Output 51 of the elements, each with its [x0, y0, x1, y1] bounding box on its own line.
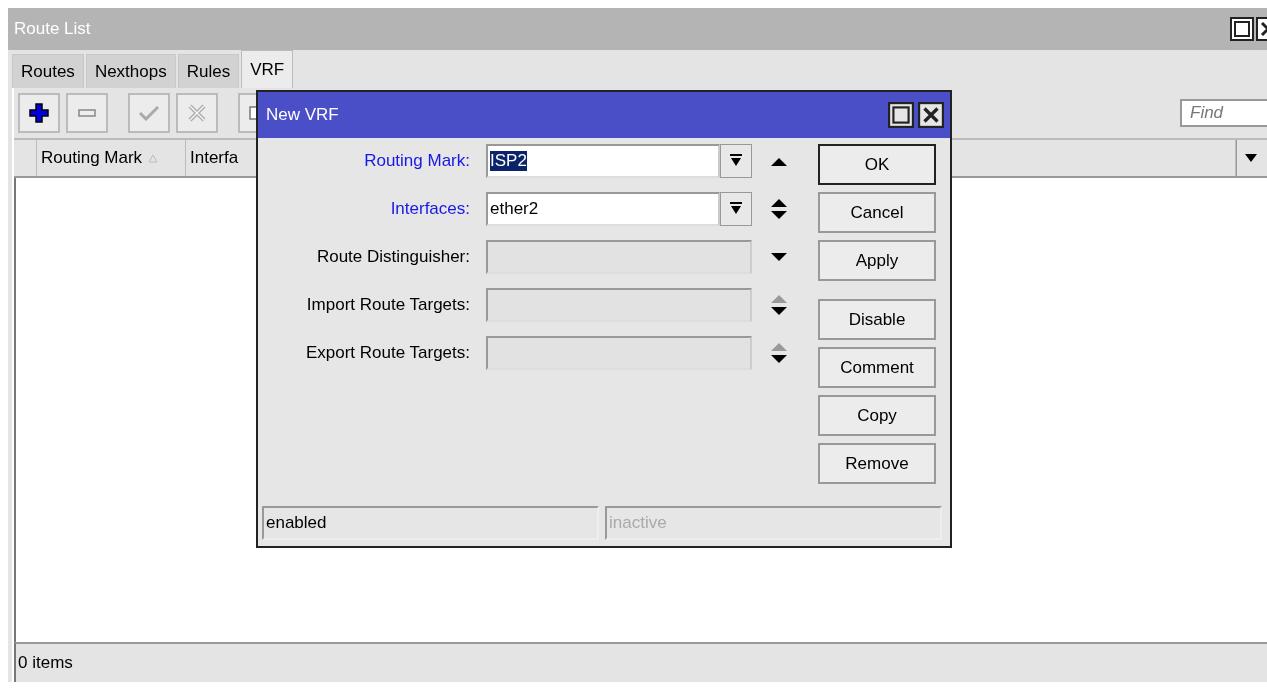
- dialog-button[interactable]: Cancel: [818, 192, 936, 233]
- caret-icon: [1245, 154, 1257, 162]
- text-field[interactable]: ISP2: [486, 144, 720, 178]
- dialog-title: New VRF: [266, 105, 339, 125]
- status-field: inactive: [605, 506, 942, 540]
- column-title: Routing Mark: [41, 148, 143, 168]
- add-tool-button[interactable]: [18, 93, 60, 133]
- dropdown-icon: [730, 202, 742, 216]
- text-field[interactable]: ether2: [486, 192, 720, 226]
- column-title: Interfa: [190, 148, 239, 168]
- up-arrow-icon[interactable]: [771, 198, 787, 207]
- window-title: Route List: [14, 19, 91, 39]
- list-field[interactable]: [486, 288, 752, 322]
- minus-icon: [78, 109, 96, 117]
- maximize-icon[interactable]: [1230, 17, 1254, 41]
- item-count: 0 items: [18, 653, 73, 673]
- dialog-button[interactable]: Copy: [818, 395, 936, 436]
- dialog-button[interactable]: Comment: [818, 347, 936, 388]
- close-icon[interactable]: [918, 102, 944, 128]
- dialog-button[interactable]: Apply: [818, 240, 936, 281]
- dropdown-icon: [730, 154, 742, 168]
- field-label: Route Distinguisher:: [315, 247, 470, 267]
- dropdown-button[interactable]: [720, 144, 752, 178]
- tab[interactable]: Routes: [12, 54, 84, 88]
- field-label: Export Route Targets:: [304, 343, 470, 363]
- plus-icon: [29, 103, 49, 123]
- up-arrow-icon[interactable]: [771, 156, 787, 166]
- check-icon: [139, 105, 159, 121]
- dialog-button[interactable]: Remove: [818, 443, 936, 484]
- cross-icon: [188, 104, 206, 122]
- down-arrow-icon[interactable]: [771, 355, 787, 364]
- tab[interactable]: Nexthops: [85, 54, 176, 88]
- field-value: ether2: [490, 199, 539, 219]
- field-label: Routing Mark:: [363, 151, 470, 171]
- column-header[interactable]: Routing Mark: [37, 140, 186, 176]
- tab[interactable]: VRF: [241, 50, 294, 88]
- list-field[interactable]: [486, 336, 752, 370]
- field-value: ISP2: [490, 151, 527, 171]
- status-field: enabled: [262, 506, 599, 540]
- list-field[interactable]: [486, 240, 752, 274]
- dropdown-button[interactable]: [720, 192, 752, 226]
- maximize-icon[interactable]: [888, 102, 914, 128]
- field-label: Interfaces:: [389, 199, 470, 219]
- down-arrow-icon[interactable]: [771, 211, 787, 220]
- dialog-button[interactable]: Disable: [818, 299, 936, 340]
- down-arrow-icon[interactable]: [771, 252, 787, 262]
- down-arrow-icon[interactable]: [771, 307, 787, 316]
- dialog-button[interactable]: OK: [818, 144, 936, 185]
- field-label: Import Route Targets:: [305, 295, 470, 315]
- tab[interactable]: Rules: [177, 54, 240, 88]
- find-field[interactable]: Find: [1180, 99, 1267, 127]
